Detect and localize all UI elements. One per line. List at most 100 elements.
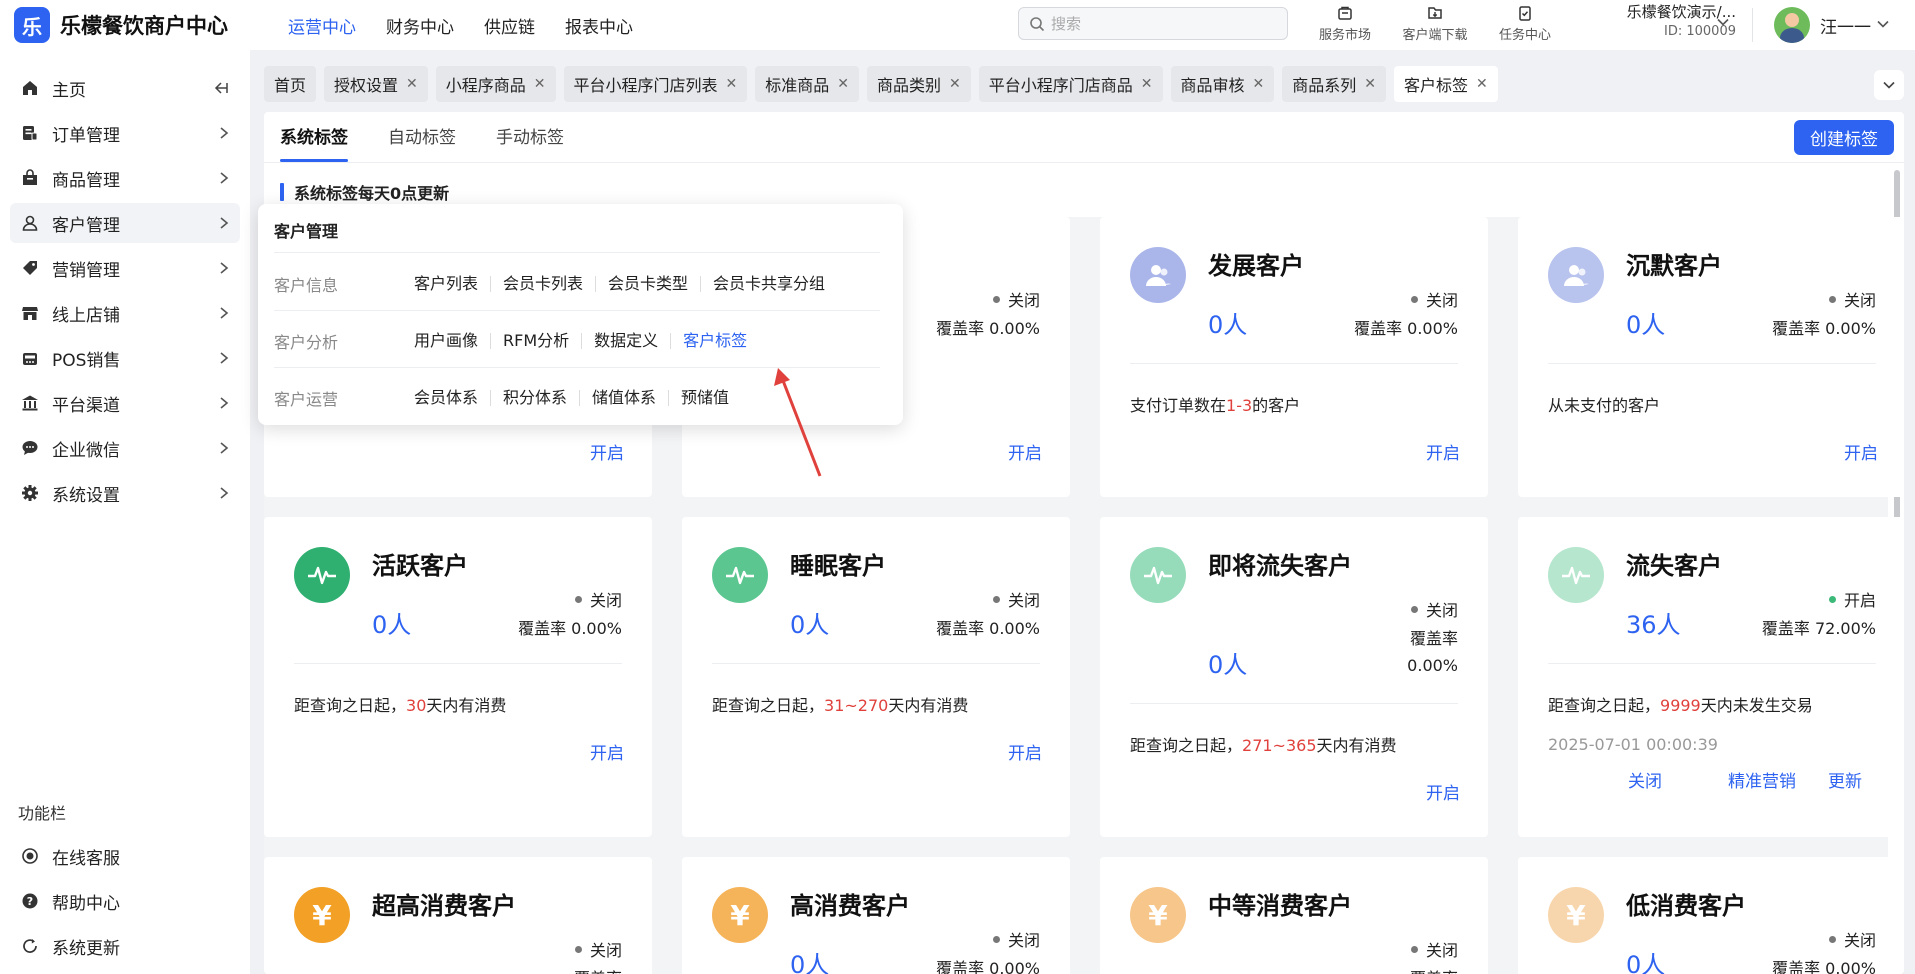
sidebar-item-pos[interactable]: POS销售 — [10, 338, 240, 378]
disable-link[interactable]: 关闭 — [1628, 767, 1662, 792]
avatar[interactable] — [1774, 7, 1810, 43]
customer-count[interactable]: 0人 — [1626, 945, 1665, 974]
tab-product-series[interactable]: 商品系列 ✕ — [1282, 66, 1387, 102]
close-icon[interactable]: ✕ — [726, 76, 738, 92]
menu-link-pre-stored-value[interactable]: 预储值 — [668, 390, 741, 406]
tab-miniprogram-products[interactable]: 小程序商品 ✕ — [435, 66, 556, 102]
customer-count[interactable]: 0人 — [790, 945, 829, 974]
divider — [1130, 703, 1458, 704]
menu-link-stored-value-system[interactable]: 储值体系 — [579, 390, 668, 406]
tag-card-active: 活跃客户 0人 关闭 覆盖率 0.00% 距查询之日起，30天内有消费 开启 — [264, 517, 652, 837]
top-nav-supply-chain[interactable]: 供应链 — [484, 13, 535, 38]
sidebar-item-system-update[interactable]: 系统更新 — [10, 926, 240, 966]
enable-link[interactable]: 开启 — [1426, 779, 1460, 804]
sidebar-item-marketing[interactable]: 营销管理 — [10, 248, 240, 288]
app-logo[interactable]: 乐 乐檬餐饮商户中心 — [14, 7, 264, 43]
sidebar-item-home[interactable]: 主页 — [10, 68, 240, 108]
menu-link-card-share-groups[interactable]: 会员卡共享分组 — [700, 276, 837, 292]
yen-icon: ¥ — [294, 887, 350, 943]
collapse-sidebar-icon[interactable] — [212, 79, 230, 97]
top-nav-reports[interactable]: 报表中心 — [565, 13, 633, 38]
divider — [1548, 663, 1876, 664]
tab-home[interactable]: 首页 — [264, 66, 317, 102]
close-icon[interactable]: ✕ — [1141, 76, 1153, 92]
task-center-button[interactable]: 任务中心 — [1480, 2, 1570, 43]
customer-count[interactable]: 0人 — [790, 605, 829, 640]
menu-link-member-card-types[interactable]: 会员卡类型 — [595, 276, 700, 292]
menu-link-customer-tags[interactable]: 客户标签 — [670, 333, 759, 349]
menu-link-points-system[interactable]: 积分体系 — [490, 390, 579, 406]
refresh-link[interactable]: 更新 — [1828, 767, 1862, 792]
sidebar-item-platform-channels[interactable]: 平台渠道 — [10, 383, 240, 423]
tab-authorization[interactable]: 授权设置 ✕ — [324, 66, 428, 102]
close-icon[interactable]: ✕ — [949, 76, 961, 92]
menu-link-user-profile[interactable]: 用户画像 — [414, 333, 490, 349]
client-download-button[interactable]: 客户端下载 — [1390, 2, 1480, 43]
tab-auto-tags[interactable]: 自动标签 — [388, 112, 456, 162]
close-icon[interactable]: ✕ — [406, 76, 418, 92]
customer-count[interactable]: 0人 — [1626, 305, 1665, 340]
sidebar-item-help-center[interactable]: ? 帮助中心 — [10, 881, 240, 921]
sidebar-item-orders[interactable]: 订单管理 — [10, 113, 240, 153]
close-icon[interactable]: ✕ — [1476, 76, 1488, 92]
chevron-down-icon[interactable] — [1876, 17, 1890, 31]
service-market-button[interactable]: 服务市场 — [1300, 2, 1390, 43]
sidebar-item-label: 订单管理 — [52, 125, 120, 146]
menu-link-data-definition[interactable]: 数据定义 — [581, 333, 670, 349]
enable-link[interactable]: 开启 — [1844, 439, 1878, 464]
divider — [274, 252, 880, 253]
enable-link[interactable]: 开启 — [590, 739, 624, 764]
tab-product-categories[interactable]: 商品类别 ✕ — [867, 66, 971, 102]
account-switcher[interactable]: 乐檬餐饮演示/... ID: 100009 — [1586, 2, 1736, 42]
user-name[interactable]: 汪一一 — [1820, 13, 1871, 38]
customer-count[interactable]: 0人 — [1208, 645, 1247, 680]
menu-link-rfm-analysis[interactable]: RFM分析 — [490, 333, 581, 349]
menu-link-customer-list[interactable]: 客户列表 — [414, 276, 490, 292]
sidebar-item-label: 商品管理 — [52, 170, 120, 191]
enable-link[interactable]: 开启 — [1426, 439, 1460, 464]
search-input[interactable]: 搜索 — [1018, 7, 1288, 40]
rule-text: 距查询之日起， — [294, 696, 407, 715]
menu-link-membership-system[interactable]: 会员体系 — [414, 390, 490, 406]
enable-link[interactable]: 开启 — [590, 439, 624, 464]
rule-text: 天内有消费 — [888, 696, 969, 715]
tab-system-tags[interactable]: 系统标签 — [280, 112, 348, 162]
sidebar-item-products[interactable]: 商品管理 — [10, 158, 240, 198]
rule-text: 的客户 — [1252, 396, 1301, 415]
divider — [1752, 8, 1753, 42]
tabs-more-button[interactable] — [1874, 70, 1904, 100]
sidebar-item-online-shop[interactable]: 线上店铺 — [10, 293, 240, 333]
customer-count[interactable]: 0人 — [1208, 305, 1247, 340]
tab-manual-tags[interactable]: 手动标签 — [496, 112, 564, 162]
close-icon[interactable]: ✕ — [1253, 76, 1265, 92]
tab-platform-store-products[interactable]: 平台小程序门店商品 ✕ — [978, 66, 1163, 102]
tab-standard-products[interactable]: 标准商品 ✕ — [755, 66, 860, 102]
precision-marketing-link[interactable]: 精准营销 — [1728, 767, 1796, 792]
tag-card-silent: 沉默客户 0人 关闭 覆盖率 0.00% 从未支付的客户 开启 — [1518, 217, 1904, 497]
menu-row-customer-info: 客户信息 客户列表 会员卡列表 会员卡类型 会员卡共享分组 — [274, 258, 880, 310]
customer-count[interactable]: 0人 — [372, 605, 411, 640]
tab-label: 授权设置 — [334, 76, 399, 95]
tab-customer-tags[interactable]: 客户标签 ✕ — [1394, 66, 1498, 102]
top-nav-finance[interactable]: 财务中心 — [386, 13, 454, 38]
enable-link[interactable]: 开启 — [1008, 739, 1042, 764]
tab-product-review[interactable]: 商品审核 ✕ — [1170, 66, 1275, 102]
sidebar-item-online-support[interactable]: 在线客服 — [10, 836, 240, 876]
enable-link[interactable]: 开启 — [1008, 439, 1042, 464]
status-dot — [992, 595, 1000, 603]
tab-platform-store-list[interactable]: 平台小程序门店列表 ✕ — [563, 66, 748, 102]
close-icon[interactable]: ✕ — [534, 76, 546, 92]
chevron-down-icon[interactable] — [1716, 15, 1730, 29]
top-nav-operations[interactable]: 运营中心 — [288, 13, 356, 38]
customer-count[interactable]: 36人 — [1626, 605, 1681, 640]
sidebar-item-label: 平台渠道 — [52, 395, 120, 416]
close-icon[interactable]: ✕ — [1364, 76, 1376, 92]
menu-link-member-card-list[interactable]: 会员卡列表 — [490, 276, 595, 292]
sidebar-item-customers[interactable]: 客户管理 — [10, 203, 240, 243]
sidebar-item-wecom[interactable]: 企业微信 — [10, 428, 240, 468]
create-tag-button[interactable]: 创建标签 — [1794, 120, 1894, 155]
sidebar-item-settings[interactable]: 系统设置 — [10, 473, 240, 513]
chevron-right-icon — [220, 217, 229, 229]
service-market-label: 服务市场 — [1318, 28, 1371, 43]
close-icon[interactable]: ✕ — [837, 76, 849, 92]
